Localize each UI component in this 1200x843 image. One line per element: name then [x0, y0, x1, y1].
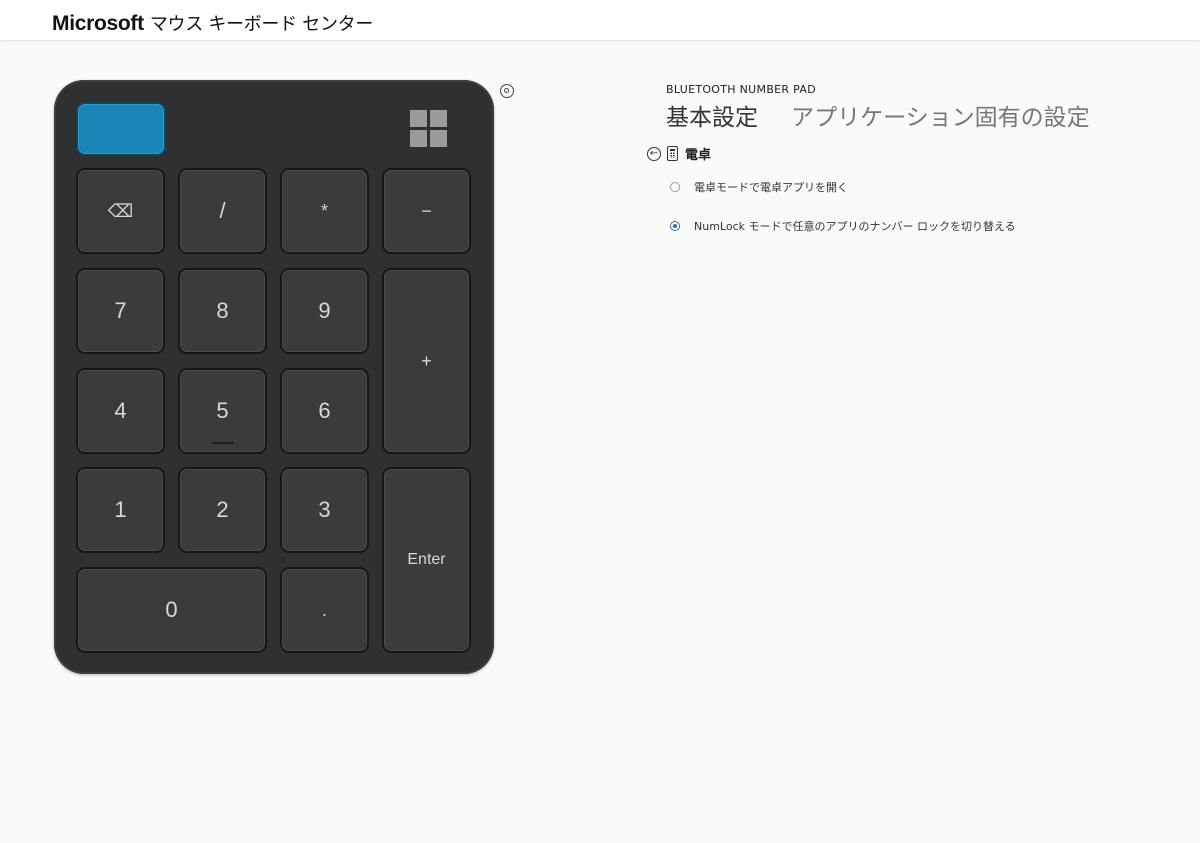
number-pad-image: ⌫ / * − 7 8 9 + 4 5 6 1 2 3 Enter 0 . — [54, 80, 494, 674]
tactile-bump — [211, 442, 234, 444]
calculator-icon — [667, 146, 678, 161]
radio-calculator-mode[interactable] — [670, 182, 680, 192]
option-calculator-mode[interactable]: 電卓モードで電卓アプリを開く — [670, 179, 848, 195]
key-divide[interactable]: / — [178, 168, 267, 254]
key-3[interactable]: 3 — [280, 467, 369, 553]
key-decimal[interactable]: . — [280, 567, 369, 653]
option-label: 電卓モードで電卓アプリを開く — [694, 181, 848, 194]
section-title: 電卓 — [685, 148, 712, 163]
key-plus[interactable]: + — [382, 268, 471, 454]
key-6[interactable]: 6 — [280, 368, 369, 454]
device-name: BLUETOOTH NUMBER PAD — [666, 83, 816, 96]
back-arrow-icon[interactable]: ← — [647, 146, 661, 161]
tab-basic-settings[interactable]: 基本設定 — [666, 98, 758, 132]
key-5[interactable]: 5 — [178, 368, 267, 454]
key-8[interactable]: 8 — [178, 268, 267, 354]
key-fn[interactable] — [76, 102, 166, 156]
key-backspace[interactable]: ⌫ — [76, 168, 165, 254]
key-7[interactable]: 7 — [76, 268, 165, 354]
windows-logo-icon — [410, 110, 448, 148]
app-title: Microsoft マウス キーボード センター — [52, 10, 373, 36]
tab-app-specific-settings[interactable]: アプリケーション固有の設定 — [791, 98, 1090, 132]
key-9[interactable]: 9 — [280, 268, 369, 354]
section-header: ← 電卓 — [647, 144, 711, 163]
key-multiply[interactable]: * — [280, 168, 369, 254]
title-bar: Microsoft マウス キーボード センター — [0, 0, 1200, 40]
backspace-icon: ⌫ — [107, 200, 134, 221]
radio-numlock-mode[interactable] — [670, 221, 680, 231]
key-2[interactable]: 2 — [178, 467, 267, 553]
key-0[interactable]: 0 — [76, 567, 267, 653]
option-numlock-mode[interactable]: NumLock モードで任意のアプリのナンバー ロックを切り替える — [670, 218, 1016, 234]
option-label: NumLock モードで任意のアプリのナンバー ロックを切り替える — [694, 220, 1016, 233]
brand-name: Microsoft — [52, 12, 144, 35]
key-minus[interactable]: − — [382, 168, 471, 254]
settings-tabs: 基本設定 アプリケーション固有の設定 — [666, 98, 1118, 132]
key-4[interactable]: 4 — [76, 368, 165, 454]
product-name: マウス キーボード センター — [149, 14, 374, 35]
device-settings-icon[interactable] — [500, 84, 514, 98]
key-enter[interactable]: Enter — [382, 467, 471, 653]
key-1[interactable]: 1 — [76, 467, 165, 553]
